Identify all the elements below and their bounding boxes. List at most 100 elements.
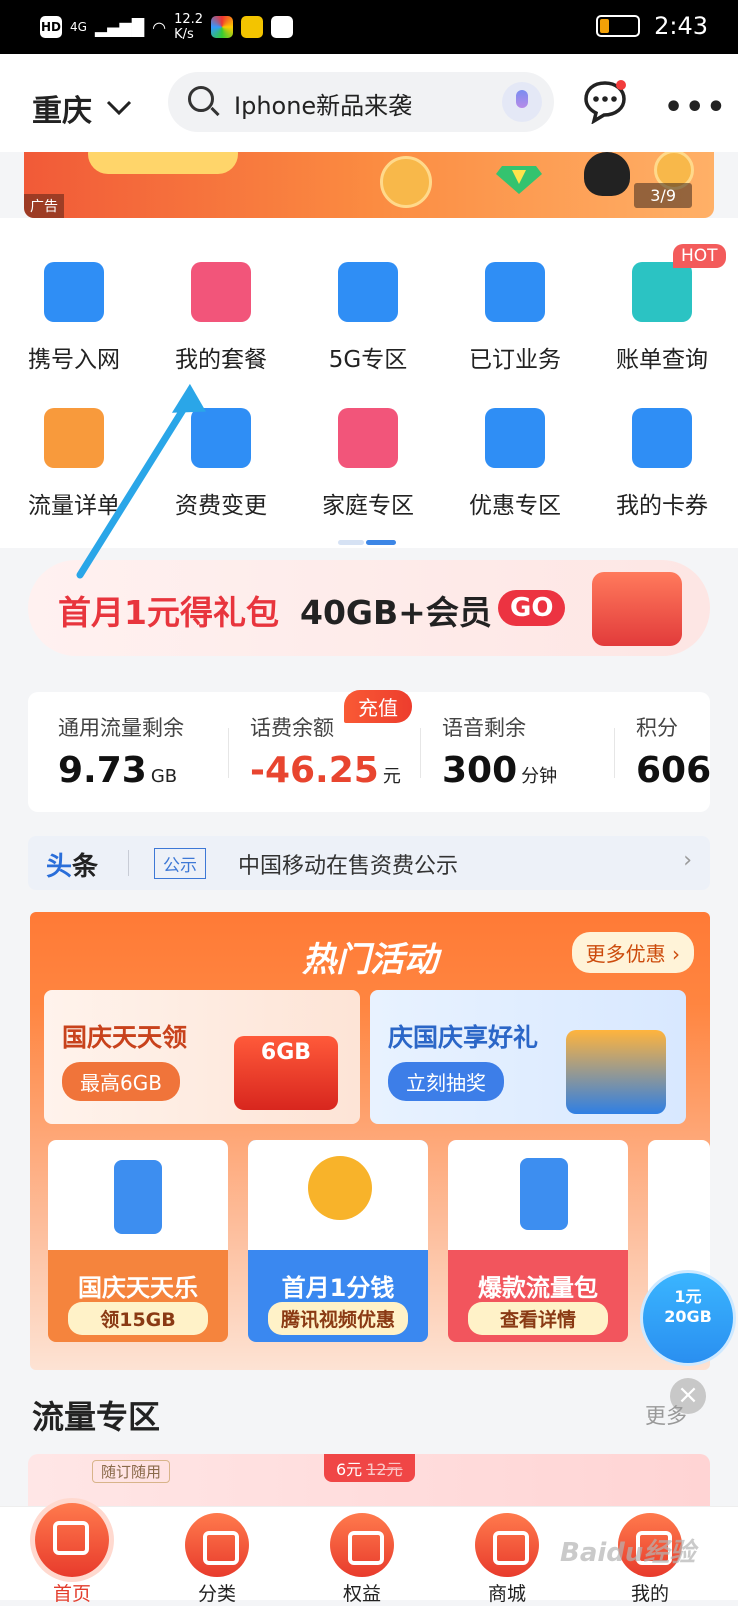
quick-icon-item[interactable]: 我的套餐 (147, 262, 295, 374)
stat-title: 通用流量剩余 (58, 716, 184, 740)
shop-bag-icon (475, 1513, 539, 1577)
card-title: 爆款流量包 (478, 1274, 598, 1302)
card-image (448, 1140, 628, 1250)
card-button[interactable]: 领15GB (68, 1302, 208, 1335)
home-icon (35, 1503, 109, 1577)
gift-box-icon: 6GB (234, 1036, 338, 1110)
card-title: 庆国庆享好礼 (388, 1023, 539, 1052)
activity-card-national-day-gift[interactable]: 庆国庆享好礼 立刻抽奖 (370, 990, 686, 1124)
quick-icon-item[interactable]: 5G专区 (294, 262, 442, 374)
mascot-icon (584, 152, 630, 196)
tab-shop-bag[interactable]: 商城 (457, 1513, 557, 1606)
more-options-icon[interactable]: ••• (664, 90, 728, 125)
microphone-icon[interactable] (502, 82, 542, 122)
city-selector[interactable]: 重庆 (32, 86, 132, 130)
tab-label: 首页 (52, 1583, 91, 1605)
floating-ad[interactable]: 1元 20GB (640, 1270, 736, 1366)
divider (228, 728, 229, 778)
top-banner[interactable]: 广告 3/9 (24, 152, 714, 218)
news-text[interactable]: 中国移动在售资费公示 (238, 848, 458, 880)
quick-icon-item[interactable]: 流量详单 (0, 408, 148, 520)
activity-card-daily-fun[interactable]: 国庆天天乐 领15GB (48, 1140, 228, 1342)
banner-page-indicator: 3/9 (634, 183, 692, 208)
card-button[interactable]: 查看详情 (468, 1302, 608, 1335)
flow-more-link[interactable]: 更多 (645, 1400, 687, 1430)
quick-icon-label: 我的卡券 (616, 493, 708, 519)
card-icon (632, 408, 692, 468)
sim-card-icon (44, 262, 104, 322)
stat-item[interactable]: 通用流量剩余 9.73 GB (58, 712, 184, 791)
stat-title: 语音剩余 (442, 716, 526, 740)
phone-icon (520, 1158, 568, 1230)
document-icon (191, 408, 251, 468)
card-button[interactable]: 最高6GB (62, 1062, 180, 1101)
tab-home[interactable]: 首页 (22, 1503, 122, 1606)
promo-text-2: 40GB+会员 (300, 593, 492, 632)
stat-unit: 分钟 (521, 766, 558, 787)
network-type: 4G (70, 20, 87, 34)
search-bar[interactable]: Iphone新品来袭 (168, 72, 554, 132)
recharge-button[interactable]: 充值 (344, 690, 412, 723)
activity-card-data-pack[interactable]: 爆款流量包 查看详情 (448, 1140, 628, 1342)
quick-icon-item[interactable]: 我的卡券 (588, 408, 736, 520)
stat-title: 积分 (636, 716, 678, 740)
5g-icon (338, 262, 398, 322)
watermark: Baidu经验 (560, 1538, 696, 1568)
search-input[interactable]: Iphone新品来袭 (234, 86, 412, 121)
signal-icon: ▂▄▆█ (94, 17, 145, 37)
stat-item[interactable]: 话费余额 -46.25 元 (250, 712, 401, 791)
hot-activity-section: 热门活动 更多优惠 › 国庆天天领 最高6GB 6GB 庆国庆享好礼 立刻抽奖 … (30, 912, 710, 1370)
stat-item[interactable]: 语音剩余 300 分钟 (442, 712, 557, 791)
tab-category[interactable]: 分类 (167, 1513, 267, 1606)
search-icon (188, 86, 214, 112)
activity-card-national-day-daily[interactable]: 国庆天天领 最高6GB 6GB (44, 990, 360, 1124)
promo-banner[interactable]: 首月1元得礼包 40GB+会员 GO (28, 560, 710, 656)
gift-box-text: 6GB (260, 1040, 312, 1065)
status-bar: HD 4G ▂▄▆█ ◠ 12.2 K/s 2:43 (0, 0, 738, 54)
net-speed: 12.2 K/s (174, 12, 204, 42)
quick-icon-label: 优惠专区 (469, 493, 561, 519)
price-badge: 6元 12元 (324, 1454, 415, 1482)
card-button[interactable]: 腾讯视频优惠 (268, 1302, 408, 1335)
wifi-icon: ◠ (152, 17, 167, 37)
chevron-down-icon (106, 100, 132, 116)
quick-access-grid: 携号入网 我的套餐 5G专区 已订业务 账单查询流量详单 资费变更 家庭专区 优惠专区 我的卡券 (0, 218, 738, 548)
activity-card-first-month[interactable]: 首月1分钱 腾讯视频优惠 (248, 1140, 428, 1342)
quick-icon-label: 账单查询 (616, 347, 708, 373)
float-ad-price: 1元 (674, 1287, 702, 1306)
tab-label: 商城 (487, 1583, 526, 1605)
card-title: 国庆天天领 (62, 1023, 188, 1052)
more-offers-button[interactable]: 更多优惠 › (571, 932, 694, 973)
battery-icon (596, 15, 641, 37)
hd-badge: HD (40, 16, 62, 38)
grid-page-dots (338, 540, 400, 545)
gift-icon (485, 408, 545, 468)
flow-card[interactable]: 随订随用 6元 12元 (28, 1454, 710, 1514)
quick-icon-item[interactable]: 账单查询 (588, 262, 736, 374)
coin-icon (308, 1156, 372, 1220)
app-notification-icon (211, 16, 234, 38)
city-name: 重庆 (32, 94, 92, 129)
category-icon (185, 1513, 249, 1577)
quick-icon-item[interactable]: 优惠专区 (441, 408, 589, 520)
news-ticker[interactable]: 头条 公示 中国移动在售资费公示 › (28, 836, 710, 890)
quick-icon-item[interactable]: 家庭专区 (294, 408, 442, 520)
gift-box-icon (592, 572, 682, 646)
divider (614, 728, 615, 778)
clock: 2:43 (654, 12, 708, 40)
tab-diamond[interactable]: 权益 (312, 1513, 412, 1606)
card-button[interactable]: 立刻抽奖 (388, 1062, 504, 1101)
quick-icon-label: 我的套餐 (175, 347, 267, 373)
stat-unit: GB (150, 766, 178, 787)
flow-section-title: 流量专区 (32, 1398, 161, 1436)
quick-icon-item[interactable]: 已订业务 (441, 262, 589, 374)
stat-item[interactable]: 积分606分 (636, 712, 710, 791)
message-icon[interactable] (582, 78, 628, 124)
divider (420, 728, 421, 778)
quick-icon-item[interactable]: 资费变更 (147, 408, 295, 520)
chevron-right-icon: › (683, 848, 692, 873)
quick-icon-item[interactable]: 携号入网 (0, 262, 148, 374)
go-button[interactable]: GO (498, 590, 566, 626)
card-title: 首月1分钱 (281, 1274, 395, 1302)
bag-icon (191, 262, 251, 322)
